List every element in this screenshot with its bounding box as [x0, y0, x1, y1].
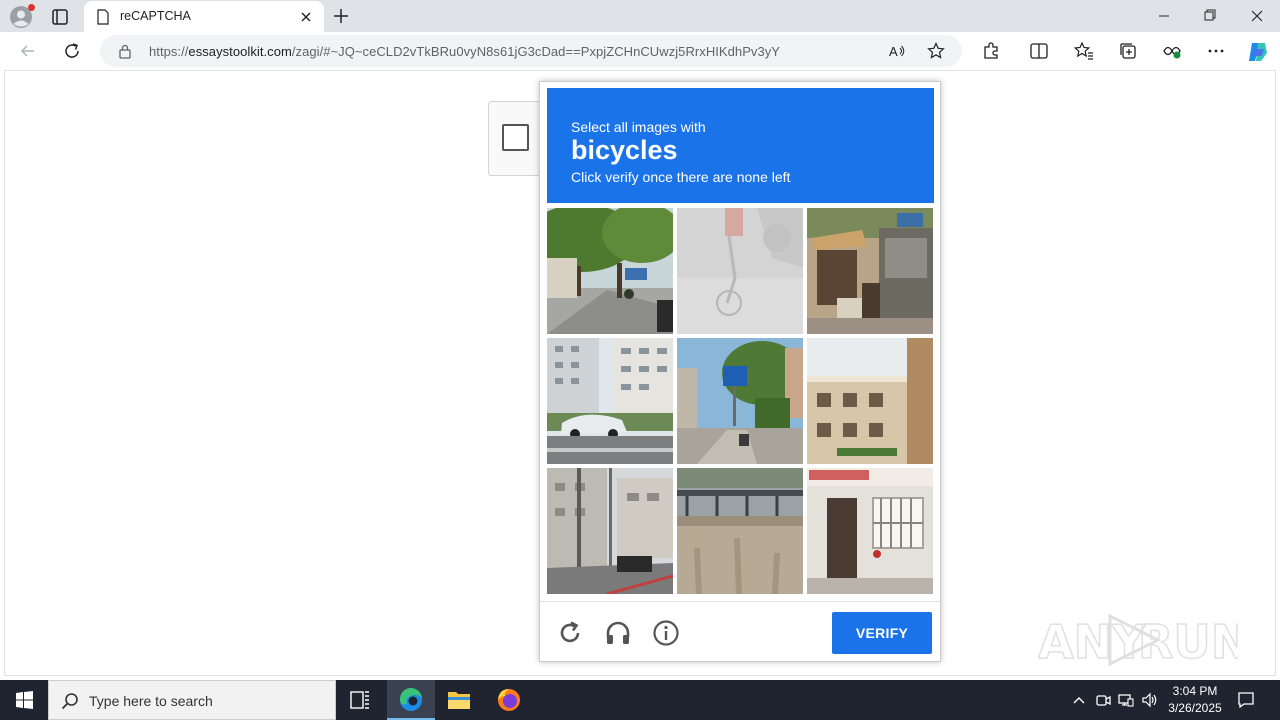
- notification-center-icon[interactable]: [1236, 690, 1256, 710]
- browser-essentials-icon[interactable]: [1162, 41, 1182, 61]
- copilot-icon[interactable]: [1246, 40, 1270, 64]
- browser-toolbar: https://essaystoolkit.com/zagi/#~JQ~ceCL…: [0, 32, 1280, 70]
- minimize-icon[interactable]: [1141, 4, 1187, 28]
- split-screen-icon[interactable]: [1029, 41, 1049, 61]
- collections-icon[interactable]: [1118, 41, 1138, 61]
- url-text[interactable]: https://essaystoolkit.com/zagi/#~JQ~ceCL…: [149, 44, 780, 59]
- captcha-instructions: Select all images with bicycles Click ve…: [547, 88, 934, 203]
- captcha-checkbox[interactable]: [502, 124, 529, 151]
- extensions-icon[interactable]: [981, 41, 1001, 61]
- captcha-tile-3[interactable]: [807, 208, 933, 334]
- captcha-tile-1[interactable]: [547, 208, 673, 334]
- volume-icon[interactable]: [1141, 691, 1159, 709]
- browser-tab-bar: reCAPTCHA: [0, 0, 1280, 32]
- file-explorer-icon[interactable]: [435, 680, 483, 720]
- task-view-icon[interactable]: [336, 680, 384, 720]
- anyrun-watermark-logo: ANY RUN: [1038, 613, 1238, 670]
- help-info-icon[interactable]: [652, 619, 680, 647]
- tab-actions-icon[interactable]: [50, 7, 70, 27]
- notification-dot: [28, 4, 35, 11]
- url-host: essaystoolkit.com: [188, 44, 292, 59]
- add-favorite-star-icon[interactable]: [927, 42, 945, 60]
- url-path: /zagi/#~JQ~ceCLD2vTkBRu0vyN8s61jG3cDad==…: [291, 44, 781, 59]
- close-tab-icon[interactable]: [298, 9, 314, 25]
- windows-start-icon[interactable]: [0, 680, 48, 720]
- show-hidden-icons-chevron-up-icon[interactable]: [1070, 691, 1088, 709]
- captcha-tile-4[interactable]: [547, 338, 673, 464]
- captcha-footer: VERIFY: [540, 601, 940, 662]
- reload-challenge-icon[interactable]: [556, 619, 584, 647]
- url-prefix: https://: [149, 44, 189, 59]
- system-clock[interactable]: 3:04 PM 3/26/2025: [1160, 683, 1230, 717]
- captcha-anchor: [488, 101, 542, 176]
- tab-title: reCAPTCHA: [120, 9, 191, 23]
- search-icon: [61, 693, 78, 710]
- windows-taskbar: Type here to search 3:04 PM 3/26/2025: [0, 680, 1280, 720]
- edge-icon: [399, 687, 422, 711]
- lock-icon[interactable]: [118, 44, 132, 59]
- refresh-icon[interactable]: [62, 41, 82, 61]
- svg-text:A: A: [889, 44, 898, 59]
- favorites-icon[interactable]: [1074, 41, 1094, 61]
- svg-text:RUN: RUN: [1138, 615, 1238, 669]
- back-icon[interactable]: [18, 41, 38, 61]
- captcha-tile-5[interactable]: [677, 338, 803, 464]
- address-bar[interactable]: https://essaystoolkit.com/zagi/#~JQ~ceCL…: [100, 35, 962, 67]
- browser-tab[interactable]: reCAPTCHA: [84, 1, 324, 32]
- clock-date: 3/26/2025: [1168, 701, 1222, 715]
- new-tab-icon[interactable]: [332, 7, 350, 25]
- verify-button[interactable]: VERIFY: [832, 612, 932, 654]
- taskbar-search-box[interactable]: Type here to search: [48, 680, 336, 720]
- search-placeholder: Type here to search: [89, 693, 213, 709]
- captcha-tile-8[interactable]: [677, 468, 803, 594]
- svg-text:ANY: ANY: [1038, 615, 1146, 669]
- more-options-icon[interactable]: [1206, 41, 1226, 61]
- captcha-tile-2[interactable]: [677, 208, 803, 334]
- edge-taskbar-button[interactable]: [387, 680, 435, 720]
- captcha-tile-9[interactable]: [807, 468, 933, 594]
- instruction-hint: Click verify once there are none left: [571, 169, 791, 185]
- clock-time: 3:04 PM: [1172, 684, 1218, 698]
- audio-challenge-headphones-icon[interactable]: [604, 619, 632, 647]
- captcha-tile-7[interactable]: [547, 468, 673, 594]
- target-object: bicycles: [571, 135, 678, 165]
- network-icon[interactable]: [1117, 691, 1135, 709]
- firefox-icon[interactable]: [485, 680, 533, 720]
- instruction-text: Select all images with: [571, 119, 706, 135]
- read-aloud-icon[interactable]: A: [888, 42, 906, 60]
- captcha-challenge-popup: Select all images with bicycles Click ve…: [539, 81, 941, 662]
- meet-now-icon[interactable]: [1094, 691, 1112, 709]
- page-icon: [97, 9, 109, 25]
- captcha-tile-6[interactable]: [807, 338, 933, 464]
- restore-icon[interactable]: [1187, 4, 1233, 28]
- close-window-icon[interactable]: [1234, 4, 1280, 28]
